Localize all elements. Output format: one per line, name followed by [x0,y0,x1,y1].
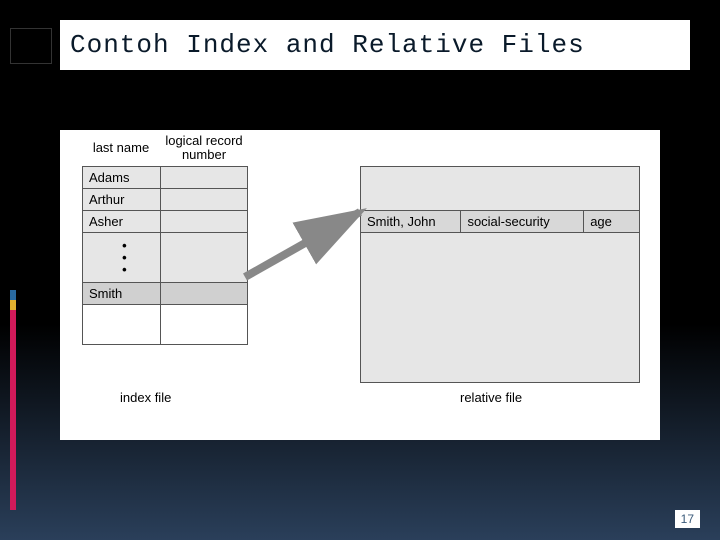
index-header-lastname: last name [85,140,157,155]
index-row-smith: Smith [83,283,248,305]
record-age: age [584,211,640,233]
table-row [83,305,248,345]
table-row: Adams [83,167,248,189]
index-file-label: index file [120,390,171,405]
record-name: Smith, John [361,211,461,233]
table-row [361,167,640,211]
pointer-arrow-icon [240,202,380,282]
relative-record-row: Smith, John social-security age [361,211,640,233]
index-header-logical-record: logical record number [160,134,248,163]
page-number: 17 [675,510,700,528]
table-row [361,233,640,383]
relative-file-table: Smith, John social-security age [360,166,640,383]
diagram-panel: last name logical record number Adams Ar… [60,130,660,440]
relative-file-label: relative file [460,390,522,405]
slide-title: Contoh Index and Relative Files [70,30,585,60]
accent-stripe [10,310,16,510]
table-row: Asher [83,211,248,233]
record-ssn: social-security [461,211,584,233]
title-bar: Contoh Index and Relative Files [60,20,690,70]
index-file-table: Adams Arthur Asher ••• Smith [82,166,248,345]
table-row: Arthur [83,189,248,211]
ellipsis-row: ••• [83,233,248,283]
